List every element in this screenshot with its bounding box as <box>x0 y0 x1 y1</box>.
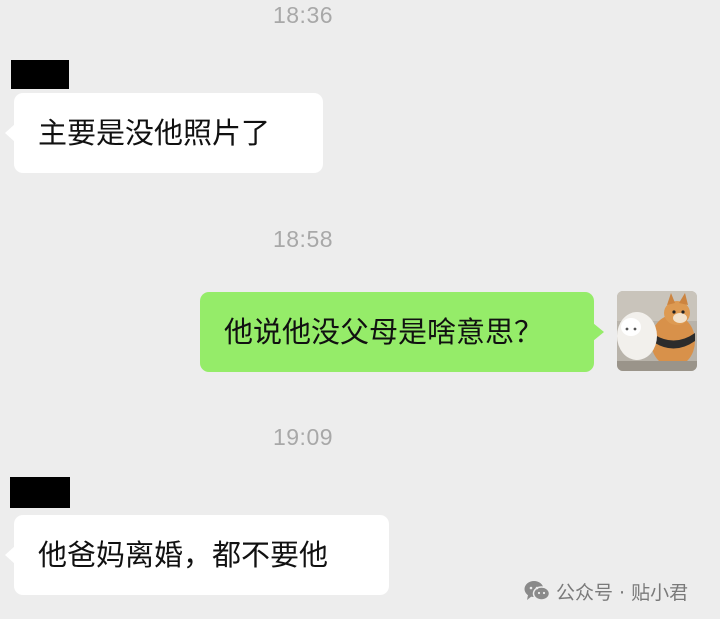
bubble-tail <box>5 124 15 142</box>
bubble-tail <box>593 323 604 341</box>
redacted-sender-name <box>11 60 69 89</box>
bubble-tail <box>5 546 15 564</box>
message-text: 他爸妈离婚，都不要他 <box>38 538 329 572</box>
received-message-bubble[interactable]: 他爸妈离婚，都不要他 <box>5 515 389 595</box>
received-message-bubble[interactable]: 主要是没他照片了 <box>5 93 323 173</box>
sent-message-bubble[interactable]: 他说他没父母是啥意思？ <box>200 292 604 372</box>
timestamp: 18:58 <box>272 226 334 252</box>
watermark-text: 公众号 · 贴小君 <box>556 581 689 604</box>
message-text: 他说他没父母是啥意思？ <box>224 315 544 349</box>
shiba-dog-avatar-icon[interactable] <box>617 291 697 371</box>
timestamp: 19:09 <box>272 424 334 450</box>
timestamp: 18:36 <box>272 2 334 28</box>
watermark: 公众号 · 贴小君 <box>524 576 688 606</box>
redacted-sender-name <box>10 477 70 508</box>
message-text: 主要是没他照片了 <box>38 116 271 150</box>
wechat-official-account-icon <box>524 581 550 601</box>
